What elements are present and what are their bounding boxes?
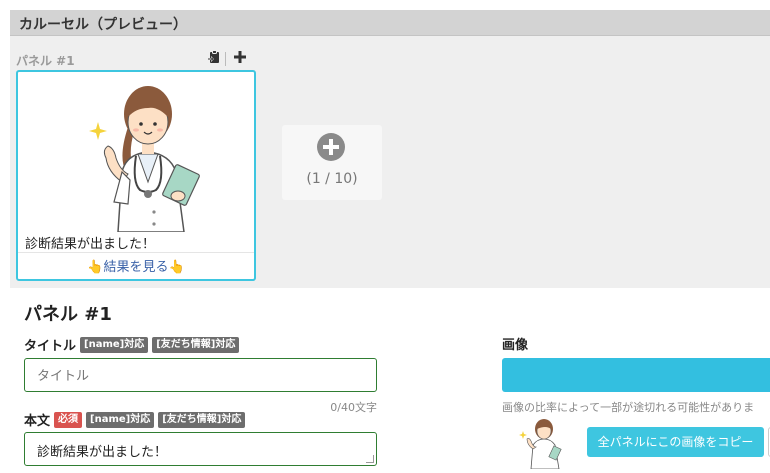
body-text: 診断結果が出ました！ <box>37 445 168 460</box>
title-field-label: タイトル [name]対応 [友だち情報]対応 <box>24 335 240 354</box>
name-support-badge: [name]対応 <box>80 336 149 353</box>
carousel-preview-area: パネル #1 診断結果が出ました！ 👆結果を見る👆 (1 / 10) <box>10 36 770 288</box>
add-panel-button[interactable]: (1 / 10) <box>282 125 382 200</box>
carousel-panel-card[interactable]: 診断結果が出ました！ 👆結果を見る👆 <box>16 70 256 281</box>
image-thumbnail <box>519 419 562 469</box>
body-textarea[interactable]: 診断結果が出ました！ <box>24 432 377 466</box>
title-input[interactable] <box>24 358 377 392</box>
card-action-button[interactable]: 👆結果を見る👆 <box>18 256 254 275</box>
image-upload-button[interactable] <box>502 358 770 392</box>
body-field-label: 本文 必須 [name]対応 [友だち情報]対応 <box>24 410 246 429</box>
card-text: 診断結果が出ました！ <box>25 237 156 252</box>
doctor-illustration <box>89 86 200 232</box>
panel-count: (1 / 10) <box>306 171 358 187</box>
panel-tools <box>206 50 248 68</box>
panel-label: パネル #1 <box>16 54 75 68</box>
card-divider <box>18 252 254 253</box>
header-title: カルーセル（プレビュー） <box>19 17 187 33</box>
section-title: パネル #1 <box>24 304 112 325</box>
required-badge: 必須 <box>54 411 83 428</box>
image-label: 画像 <box>502 338 529 353</box>
friend-info-support-badge: [友だち情報]対応 <box>158 411 246 428</box>
plus-icon[interactable] <box>232 50 248 68</box>
body-label: 本文 <box>24 414 51 429</box>
carousel-preview-header: カルーセル（プレビュー） <box>10 10 770 36</box>
tool-separator <box>225 52 226 66</box>
name-support-badge: [name]対応 <box>86 411 155 428</box>
plus-circle-icon <box>317 133 345 161</box>
resize-handle[interactable] <box>366 455 374 463</box>
copy-image-to-all-panels-button[interactable]: 全パネルにこの画像をコピー <box>587 427 764 457</box>
friend-info-support-badge: [友だち情報]対応 <box>152 336 240 353</box>
clipboard-icon[interactable] <box>206 50 222 68</box>
title-label: タイトル <box>24 339 77 354</box>
image-ratio-note: 画像の比率によって一部が途切れる可能性がありま <box>502 401 755 414</box>
title-char-counter: 0/40文字 <box>330 401 377 414</box>
